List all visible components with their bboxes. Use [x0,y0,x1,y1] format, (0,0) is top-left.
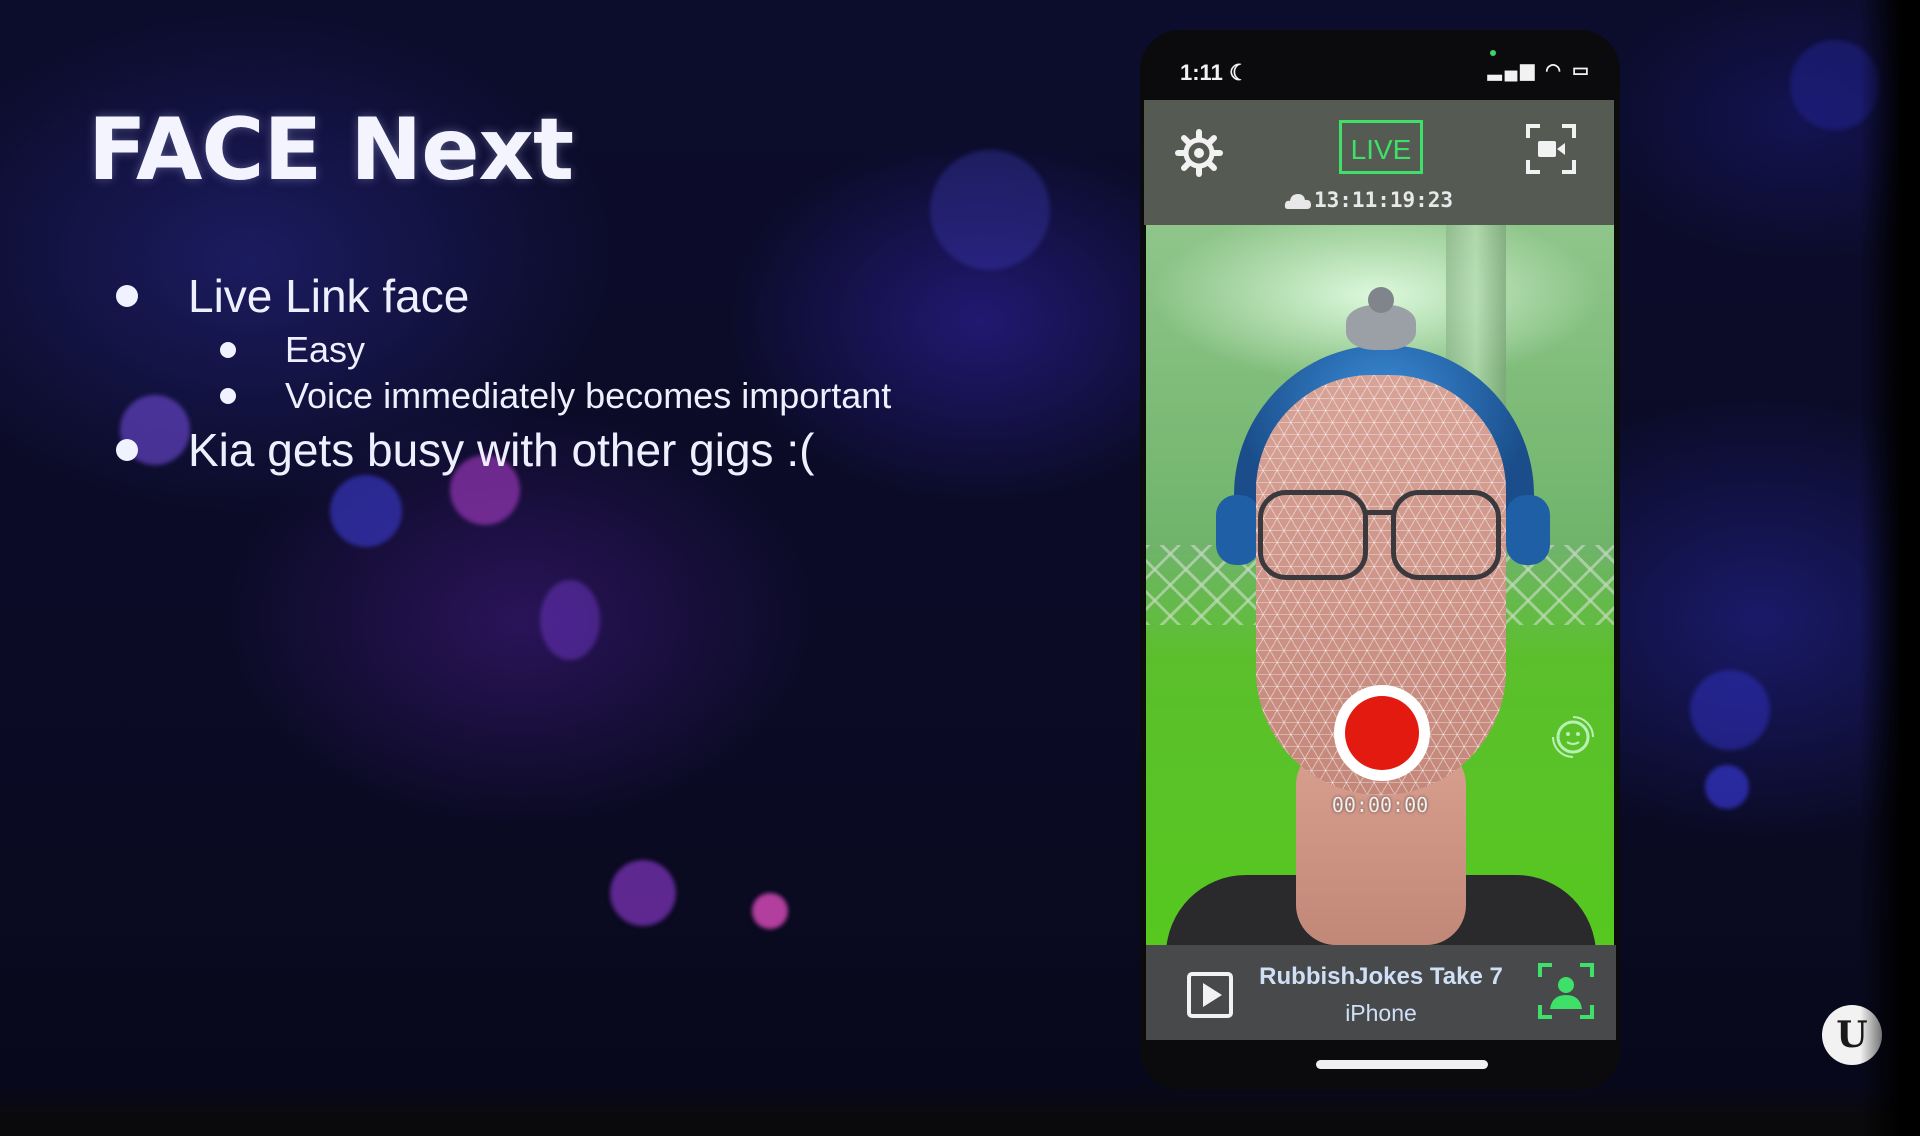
status-bar: 1:11 ☾ ▂▄▆ ◠ ▭ [1140,30,1620,100]
bullet-dot [220,342,236,358]
screen-right-edge [1860,0,1920,1136]
glasses-bridge [1366,510,1394,515]
glasses-lens-left [1258,490,1368,580]
face-camera-icon [1538,963,1594,1019]
device-name: iPhone [1345,1000,1417,1026]
slide-title: FACE Next [88,100,574,200]
bokeh-light [930,150,1050,270]
sub-bullet-text: Easy [285,329,366,370]
signal-icon: ▂▄▆ [1487,60,1538,80]
bokeh-light [610,860,676,926]
bokeh-light [330,475,402,547]
bokeh-light [540,580,600,660]
home-indicator [1316,1060,1488,1069]
helmet-knob [1368,287,1394,313]
screen-bottom-edge [0,1090,1920,1136]
bokeh-light [1705,765,1749,809]
gear-icon [1175,129,1223,177]
phone-screen: 1:11 ☾ ▂▄▆ ◠ ▭ LIVE 13:11:19:23 00:00:00… [1140,30,1620,1090]
battery-icon: ▭ [1571,60,1592,80]
helmet-side-left [1216,495,1260,565]
timecode-text: 13:11:19:23 [1314,188,1454,212]
moon-icon: ☾ [1228,60,1249,85]
status-time: 1:11 ☾ [1180,60,1249,85]
play-takes-button[interactable] [1186,971,1234,1019]
record-button[interactable] [1334,685,1430,781]
live-button[interactable]: LIVE [1339,120,1423,174]
bullet-dot [116,439,138,461]
helmet-side-right [1506,495,1550,565]
bokeh-light [1690,670,1770,750]
bullet-text: Kia gets busy with other gigs :( [188,424,815,476]
bullet-item: Kia gets busy with other gigs :( [110,419,970,481]
presentation-screen: FACE Next Live Link face Easy Voice imme… [0,0,1920,1136]
wifi-icon: ◠ [1545,60,1564,80]
privacy-indicator [1490,50,1496,56]
bokeh-light [752,893,788,929]
bullet-dot [116,285,138,307]
record-timer: 00:00:00 [1331,793,1429,817]
camera-frame-icon [1526,124,1576,174]
sub-bullet-item: Easy [110,327,970,373]
camera-preview: 00:00:00 [1146,225,1614,945]
sub-bullet-text: Voice immediately becomes important [285,375,892,416]
play-icon [1187,972,1233,1018]
bullet-item: Live Link face [110,265,970,327]
status-icons: ▂▄▆ ◠ ▭ [1488,60,1592,81]
face-camera-button[interactable] [1536,961,1596,1021]
glasses-lens-right [1391,490,1501,580]
sub-bullet-item: Voice immediately becomes important [110,373,970,419]
face-tracking-icon [1552,716,1594,758]
app-bottom-bar: RubbishJokes Take 7 iPhone [1146,945,1616,1040]
face-tracking-toggle[interactable] [1551,715,1595,759]
cloud-icon [1284,194,1311,209]
settings-button[interactable] [1174,128,1224,178]
camera-frame-button[interactable] [1524,122,1578,176]
record-icon [1345,696,1419,770]
bullet-dot [220,388,236,404]
timecode-display: 13:11:19:23 [1284,188,1453,212]
bullet-text: Live Link face [188,270,470,322]
app-top-bar: LIVE 13:11:19:23 [1144,100,1614,225]
take-name: RubbishJokes Take 7 [1259,963,1503,990]
bullet-list: Live Link face Easy Voice immediately be… [110,265,970,481]
